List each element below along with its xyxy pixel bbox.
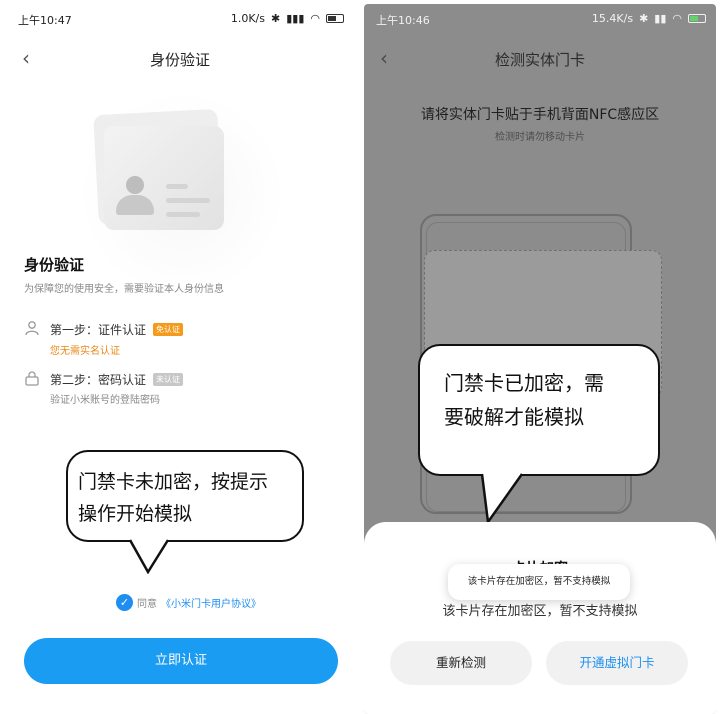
bluetooth-icon: ✱ xyxy=(271,12,281,25)
verify-button[interactable]: 立即认证 xyxy=(24,638,338,684)
nfc-instruction: 请将实体门卡贴于手机背面NFC感应区 xyxy=(420,107,660,123)
lock-icon xyxy=(25,371,39,386)
page-title: 检测实体门卡 xyxy=(494,51,585,69)
avatar-head-icon xyxy=(126,176,144,194)
signal-icon: ▮▮▮ xyxy=(286,12,305,25)
nav-bar: ‹ 检测实体门卡 xyxy=(364,36,716,80)
person-icon xyxy=(25,321,39,336)
section-title: 身份验证 xyxy=(24,256,85,274)
step2-badge: 未认证 xyxy=(153,373,183,386)
sheet-description: 该卡片存在加密区，暂不支持模拟 xyxy=(442,604,638,619)
agreement-row[interactable]: ✓ 同意 《小米门卡用户协议》 xyxy=(116,594,261,611)
wifi-icon: ◠ xyxy=(672,12,682,25)
bubble-line: 操作开始模拟 xyxy=(78,503,193,525)
agreement-link[interactable]: 《小米门卡用户协议》 xyxy=(161,595,261,610)
status-bar: 上午10:47 1.0K/s ✱ ▮▮▮ ◠ xyxy=(0,0,360,36)
annotation-bubble: 门禁卡未加密，按提示 操作开始模拟 xyxy=(66,450,304,542)
bubble-line: 门禁卡已加密，需 xyxy=(444,371,604,395)
section-subtitle: 为保障您的使用安全，需要验证本人身份信息 xyxy=(24,284,224,295)
card-line xyxy=(166,184,188,189)
step1-desc: 您无需实名认证 xyxy=(50,346,120,357)
avatar-body-icon xyxy=(116,195,154,215)
status-time: 上午10:46 xyxy=(376,14,430,27)
status-icons: 1.0K/s ✱ ▮▮▮ ◠ xyxy=(231,12,344,25)
step1-badge: 免认证 xyxy=(153,323,183,336)
status-icons: 15.4K/s ✱ ▮▮ ◠ xyxy=(592,12,706,25)
step2-desc: 验证小米账号的登陆密码 xyxy=(50,395,160,406)
bubble-tail xyxy=(480,472,524,524)
open-virtual-card-button[interactable]: 开通虚拟门卡 xyxy=(546,641,688,685)
bubble-line: 门禁卡未加密，按提示 xyxy=(78,471,269,493)
status-bar: 上午10:46 15.4K/s ✱ ▮▮ ◠ xyxy=(364,4,716,40)
agree-prefix: 同意 xyxy=(137,599,157,610)
bubble-line: 要破解才能模拟 xyxy=(444,405,584,429)
step1-label: 第一步：证件认证 xyxy=(50,323,147,337)
battery-icon xyxy=(688,14,706,23)
battery-icon xyxy=(326,14,344,23)
retry-button[interactable]: 重新检测 xyxy=(390,641,532,685)
checkbox-checked-icon[interactable]: ✓ xyxy=(116,594,133,611)
right-screen: 上午10:46 15.4K/s ✱ ▮▮ ◠ ‹ 检测实体门卡 请将实体门卡贴于… xyxy=(364,4,716,714)
bottom-sheet: 卡片加密 该卡片存在加密区，暂不支持模拟 xyxy=(364,522,716,714)
left-screen: 上午10:47 1.0K/s ✱ ▮▮▮ ◠ ‹ 身份验证 身份验证 为保障您的… xyxy=(0,0,360,714)
bubble-tail xyxy=(128,538,170,574)
nfc-subtext: 检测时请勿移动卡片 xyxy=(495,132,585,143)
page-title: 身份验证 xyxy=(149,51,210,69)
bluetooth-icon: ✱ xyxy=(639,12,649,25)
card-line xyxy=(166,212,200,217)
nav-bar: ‹ 身份验证 xyxy=(0,36,360,80)
annotation-bubble: 门禁卡已加密，需 要破解才能模拟 xyxy=(418,344,660,476)
network-speed: 15.4K/s xyxy=(591,12,634,25)
toast-message: 该卡片存在加密区，暂不支持模拟 xyxy=(448,564,630,600)
card-line xyxy=(166,198,210,203)
wifi-icon: ◠ xyxy=(310,12,320,25)
network-speed: 1.0K/s xyxy=(230,12,265,25)
step2-label: 第二步：密码认证 xyxy=(50,373,147,387)
signal-icon: ▮▮ xyxy=(654,12,667,25)
status-time: 上午10:47 xyxy=(18,14,72,27)
